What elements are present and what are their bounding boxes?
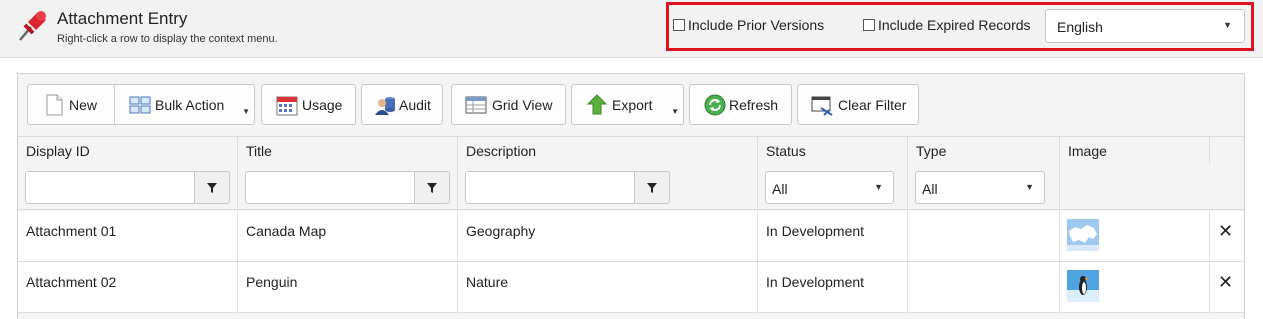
- grid-header-row: Display ID Title Description Status Type…: [18, 136, 1244, 165]
- title-cell: Penguin: [238, 262, 458, 313]
- column-header-type[interactable]: Type: [908, 137, 1060, 165]
- filter-cell-status: All ▼: [758, 164, 908, 210]
- refresh-label: Refresh: [729, 97, 779, 113]
- usage-button[interactable]: Usage: [261, 84, 356, 125]
- funnel-icon: [647, 183, 657, 193]
- caret-down-icon: ▼: [874, 182, 883, 192]
- description-cell: Geography: [458, 211, 758, 262]
- funnel-icon: [427, 183, 437, 193]
- pushpin-icon: [19, 11, 46, 41]
- usage-label: Usage: [302, 97, 343, 113]
- calendar-icon: [276, 96, 298, 116]
- caret-down-icon: ▼: [671, 107, 679, 116]
- include-expired-records-checkbox[interactable]: Include Expired Records: [863, 17, 1031, 33]
- funnel-icon: [207, 183, 217, 193]
- image-cell: [1060, 211, 1210, 262]
- type-filter-select[interactable]: All ▼: [915, 171, 1045, 204]
- status-cell: In Development: [758, 262, 908, 313]
- delete-cell: ✕: [1210, 211, 1244, 262]
- include-prior-versions-checkbox[interactable]: Include Prior Versions: [673, 17, 824, 33]
- filter-cell-type: All ▼: [908, 164, 1060, 210]
- refresh-icon: [704, 94, 726, 116]
- audit-button[interactable]: Audit: [361, 84, 443, 125]
- map-thumbnail-icon[interactable]: [1067, 219, 1099, 251]
- column-header-title[interactable]: Title: [238, 137, 458, 165]
- page-subtitle: Right-click a row to display the context…: [57, 33, 278, 45]
- description-filter-button[interactable]: [635, 171, 670, 204]
- description-cell: Nature: [458, 262, 758, 313]
- new-document-icon: [46, 94, 63, 116]
- refresh-button[interactable]: Refresh: [689, 84, 792, 125]
- language-value: English: [1057, 19, 1103, 35]
- type-filter-value: All: [922, 181, 938, 197]
- toolbar: New Bulk Action ▼ Usage Audit Grid View …: [18, 74, 1244, 136]
- user-database-icon: [375, 97, 395, 115]
- export-arrow-up-icon: [586, 94, 608, 115]
- title-filter-button[interactable]: [415, 171, 450, 204]
- status-filter-value: All: [772, 181, 788, 197]
- grid-filter-row: All ▼ All ▼: [18, 164, 1244, 210]
- checkbox-box[interactable]: [673, 19, 685, 31]
- export-label: Export: [612, 97, 653, 113]
- filter-cell-title: [238, 164, 458, 210]
- table-row[interactable]: Attachment 02 Penguin Nature In Developm…: [18, 262, 1244, 313]
- type-cell: [908, 211, 1060, 262]
- status-filter-select[interactable]: All ▼: [765, 171, 894, 204]
- page-title: Attachment Entry: [57, 9, 188, 28]
- title-filter-input[interactable]: [245, 171, 415, 204]
- bulk-action-button[interactable]: Bulk Action ▼: [114, 84, 255, 125]
- column-header-display-id[interactable]: Display ID: [18, 137, 238, 165]
- title-cell: Canada Map: [238, 211, 458, 262]
- penguin-thumbnail-icon[interactable]: [1067, 270, 1099, 302]
- bulk-action-label: Bulk Action: [155, 97, 225, 113]
- clear-filter-label: Clear Filter: [838, 97, 907, 113]
- display-id-filter-button[interactable]: [195, 171, 230, 204]
- audit-label: Audit: [399, 97, 431, 113]
- include-prior-versions-label: Include Prior Versions: [688, 17, 825, 33]
- image-cell: [1060, 262, 1210, 313]
- display-id-filter-input[interactable]: [25, 171, 195, 204]
- language-select[interactable]: English ▼: [1045, 9, 1245, 43]
- type-cell: [908, 262, 1060, 313]
- grid-blocks-icon: [129, 96, 151, 114]
- export-button[interactable]: Export ▼: [571, 84, 684, 125]
- clear-filter-button[interactable]: Clear Filter: [797, 84, 919, 125]
- column-header-actions: [1210, 137, 1244, 165]
- table-grid-icon: [465, 96, 487, 114]
- page-header: Attachment Entry Right-click a row to di…: [0, 0, 1263, 58]
- filter-cell-image: [1060, 164, 1244, 210]
- display-id-cell: Attachment 01: [18, 211, 238, 262]
- grid-panel: New Bulk Action ▼ Usage Audit Grid View …: [17, 73, 1245, 319]
- filter-cell-description: [458, 164, 758, 210]
- checkbox-box[interactable]: [863, 19, 875, 31]
- caret-down-icon: ▼: [242, 107, 250, 116]
- delete-x-icon[interactable]: ✕: [1218, 221, 1233, 242]
- new-button[interactable]: New: [27, 84, 125, 125]
- delete-x-icon[interactable]: ✕: [1218, 272, 1233, 293]
- include-expired-records-label: Include Expired Records: [878, 17, 1031, 33]
- caret-down-icon: ▼: [1223, 20, 1232, 30]
- status-cell: In Development: [758, 211, 908, 262]
- new-label: New: [69, 97, 98, 113]
- column-header-status[interactable]: Status: [758, 137, 908, 165]
- display-id-cell: Attachment 02: [18, 262, 238, 313]
- delete-cell: ✕: [1210, 262, 1244, 313]
- description-filter-input[interactable]: [465, 171, 635, 204]
- grid-view-button[interactable]: Grid View: [451, 84, 566, 125]
- clear-filter-icon: [811, 96, 833, 116]
- column-header-image[interactable]: Image: [1060, 137, 1210, 165]
- table-row[interactable]: Attachment 01 Canada Map Geography In De…: [18, 211, 1244, 262]
- grid-view-label: Grid View: [492, 97, 553, 113]
- filter-cell-display-id: [18, 164, 238, 210]
- column-header-description[interactable]: Description: [458, 137, 758, 165]
- caret-down-icon: ▼: [1025, 182, 1034, 192]
